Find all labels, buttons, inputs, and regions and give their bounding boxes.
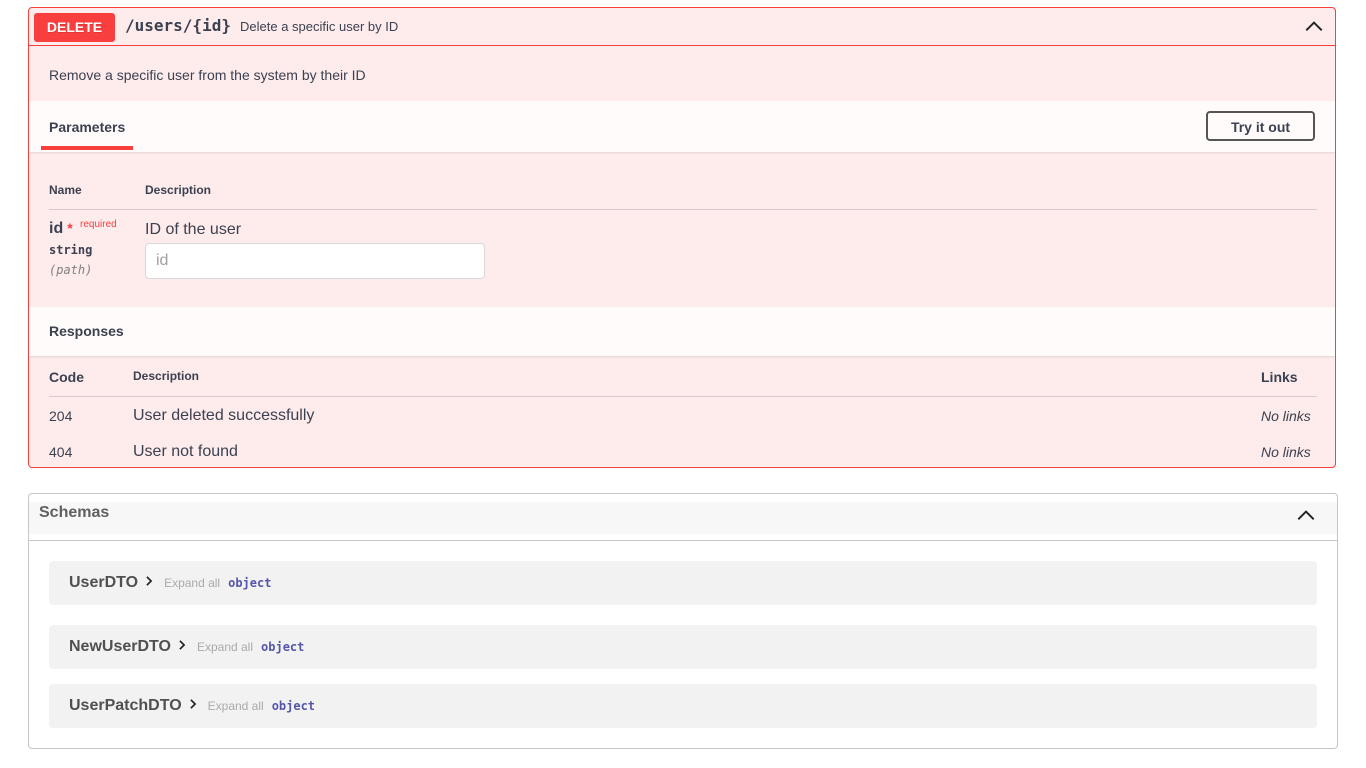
operation-description: Remove a specific user from the system b… (49, 67, 366, 83)
required-label: required (80, 219, 117, 230)
expand-all-link[interactable]: Expand all (197, 640, 253, 654)
schemas-title-bar (29, 502, 1337, 534)
model-type: object (261, 640, 305, 654)
tab-active-indicator (41, 146, 133, 150)
responses-header: Responses (29, 307, 1335, 356)
method-badge: DELETE (34, 13, 115, 42)
schemas-header[interactable]: Schemas (29, 494, 1337, 541)
parameter-description: ID of the user (145, 221, 242, 238)
expand-all-link[interactable]: Expand all (208, 699, 264, 713)
responses-col-description: Description (133, 369, 200, 383)
parameter-name: id * (49, 220, 73, 237)
responses-divider (49, 396, 1317, 397)
response-links: No links (1261, 408, 1311, 424)
params-col-name: Name (49, 183, 82, 197)
model-type: object (228, 576, 272, 590)
chevron-right-icon[interactable] (186, 697, 200, 711)
parameter-location: (path) (49, 263, 93, 277)
tab-parameters[interactable]: Parameters (49, 119, 125, 135)
chevron-right-icon[interactable] (142, 574, 156, 588)
response-links: No links (1261, 444, 1311, 460)
parameters-header: Parameters Try it out (29, 101, 1335, 152)
responses-col-code: Code (49, 369, 84, 385)
chevron-up-icon[interactable] (1295, 505, 1317, 527)
model-name[interactable]: UserDTO (69, 574, 138, 591)
model-userdto[interactable]: UserDTO Expand all object (49, 561, 1317, 605)
model-newuserdto[interactable]: NewUserDTO Expand all object (49, 625, 1317, 669)
parameter-type: string (49, 243, 93, 257)
operation-path: /users/{id} (125, 16, 231, 35)
response-description: User deleted successfully (133, 407, 315, 424)
try-it-out-button[interactable]: Try it out (1206, 111, 1315, 141)
expand-all-link[interactable]: Expand all (164, 576, 220, 590)
operation-block-delete: DELETE /users/{id} Delete a specific use… (28, 7, 1336, 468)
model-userpatchdto[interactable]: UserPatchDTO Expand all object (49, 684, 1317, 728)
schemas-title: Schemas (39, 504, 110, 521)
responses-col-links: Links (1261, 369, 1298, 385)
responses-title: Responses (49, 323, 124, 339)
operation-summary-text: Delete a specific user by ID (240, 19, 399, 34)
response-code: 404 (49, 444, 73, 460)
model-name[interactable]: UserPatchDTO (69, 697, 182, 714)
response-code: 204 (49, 408, 73, 424)
id-input[interactable] (145, 243, 485, 279)
model-name[interactable]: NewUserDTO (69, 638, 171, 655)
params-col-description: Description (145, 183, 212, 197)
params-divider (49, 209, 1317, 210)
response-description: User not found (133, 443, 238, 460)
model-type: object (271, 699, 316, 713)
required-star: * (67, 220, 73, 236)
operation-summary[interactable]: DELETE /users/{id} Delete a specific use… (29, 8, 1335, 46)
chevron-up-icon[interactable] (1303, 16, 1325, 38)
chevron-right-icon[interactable] (175, 638, 189, 652)
schemas-section: Schemas UserDTO Expand all object NewUserD… (28, 493, 1338, 749)
